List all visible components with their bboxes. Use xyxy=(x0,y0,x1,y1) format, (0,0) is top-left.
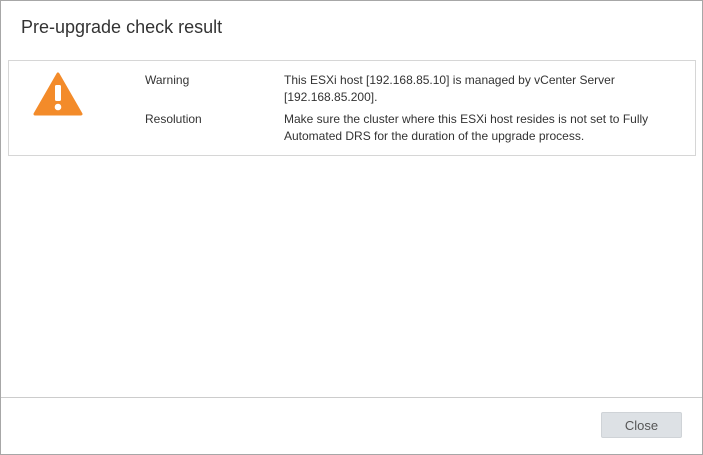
resolution-text: Make sure the cluster where this ESXi ho… xyxy=(284,112,649,143)
resolution-label: Resolution xyxy=(145,112,202,126)
warning-label: Warning xyxy=(145,73,190,87)
close-button[interactable]: Close xyxy=(601,412,682,438)
dialog-title: Pre-upgrade check result xyxy=(21,17,223,37)
pre-upgrade-check-dialog: Pre-upgrade check result Warning This ES… xyxy=(0,0,703,455)
footer-divider xyxy=(1,397,702,398)
check-result-panel: Warning This ESXi host [192.168.85.10] i… xyxy=(8,60,696,156)
warning-triangle-icon xyxy=(33,72,83,116)
warning-text: This ESXi host [192.168.85.10] is manage… xyxy=(284,73,615,104)
